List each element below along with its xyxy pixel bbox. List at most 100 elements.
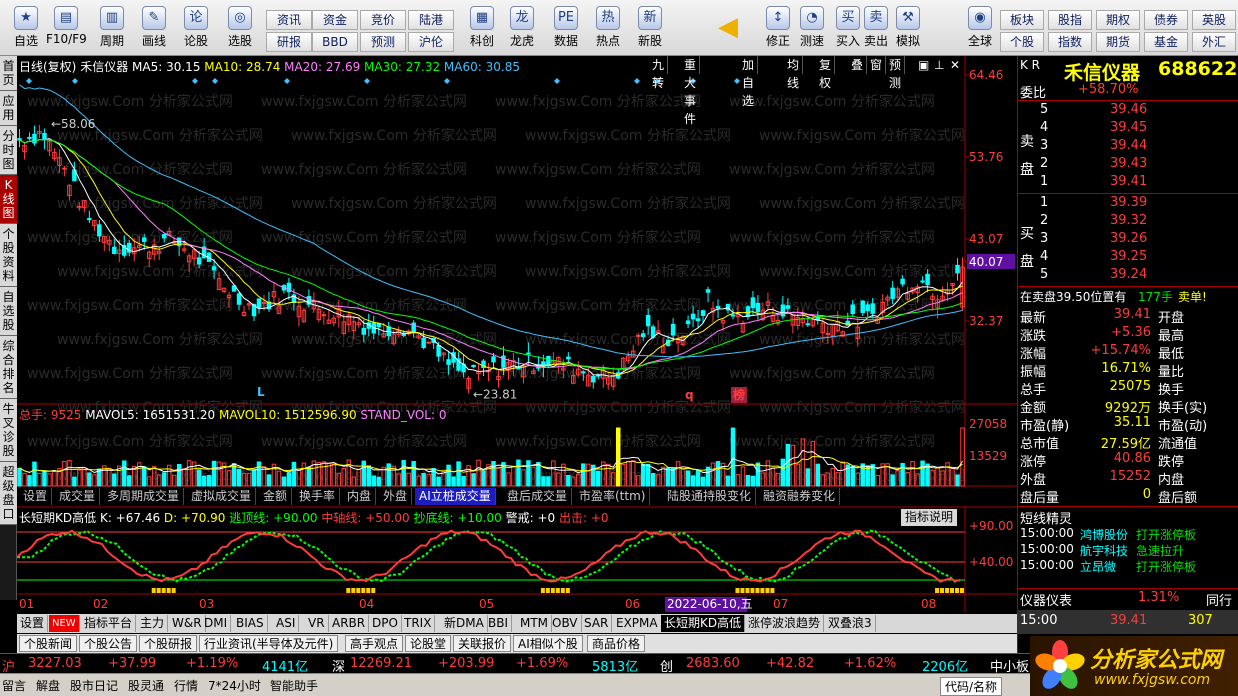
indicator-tab-18[interactable]: 长短期KD高低 [661,615,746,632]
toolbar-button-7[interactable]: 龙龙虎 [502,2,542,54]
back-arrow-icon[interactable]: ◀ [718,14,738,40]
toolbar-small-button-16[interactable]: 基金 [1144,32,1188,52]
chart-top-button-7[interactable]: 预测 [886,56,906,90]
indicator-tab-15[interactable]: OBV [549,615,582,632]
indicator-tab-1[interactable]: NEW [49,615,80,632]
status-item-0[interactable]: 留言 [2,677,26,694]
volume-tab-8[interactable]: AI立桩成交量 [415,488,496,505]
left-tab-1[interactable]: 应用 [0,91,17,126]
toolbar-small-button-9[interactable]: 股指 [1048,10,1092,30]
indicator-tab-9[interactable]: ARBR [329,615,370,632]
chart-top-button-6[interactable]: 窗 [867,56,887,74]
toolbar-button-15[interactable]: ⚒ 模拟 [888,2,928,54]
left-tab-4[interactable]: 个股资料 [0,224,17,287]
toolbar-small-button-15[interactable]: 期货 [1096,32,1140,52]
news-tab-0[interactable]: 个股新闻 [19,635,78,652]
kline-chart[interactable]: www.fxjgsw.Com 分析家公式网 www.fxjgsw.Com 分析家公… [17,56,1017,612]
toolbar-small-button-12[interactable]: 英股 [1192,10,1236,30]
left-tab-7[interactable]: 牛叉诊股 [0,399,17,462]
kd-help-button[interactable]: 指标说明 [901,509,958,526]
toolbar-small-button-3[interactable]: 陆港 [408,10,454,30]
toolbar-button-5[interactable]: ◎ 选股 [220,2,260,54]
indicator-tab-13[interactable]: BBI [485,615,513,632]
volume-tab-6[interactable]: 内盘 [343,488,377,505]
left-tab-5[interactable]: 自选股 [0,287,17,336]
toolbar-small-button-7[interactable]: 沪伦 [408,32,454,52]
news-tab-1[interactable]: 个股公告 [79,635,138,652]
toolbar-button-9[interactable]: 热热点 [588,2,628,54]
chart-top-button-3[interactable]: 均线 [784,56,804,90]
toolbar-small-button-10[interactable]: 期权 [1096,10,1140,30]
toolbar-small-button-0[interactable]: 资讯 [266,10,312,30]
toolbar-button-1[interactable]: ▤ F10/F9 [46,2,87,54]
toolbar-small-button-4[interactable]: 研报 [266,32,312,52]
left-tab-8[interactable]: 超级盘口 [0,462,17,525]
news-tab-3[interactable]: 行业资讯(半导体及元件) [199,635,339,652]
status-item-3[interactable]: 股灵通 [128,677,164,694]
volume-tab-0[interactable]: 设置 [19,488,53,505]
indicator-tab-19[interactable]: 涨停波浪趋势 [745,615,825,632]
toolbar-small-button-13[interactable]: 个股 [1000,32,1044,52]
volume-tab-5[interactable]: 换手率 [295,488,341,505]
chart-top-button-5[interactable]: 叠 [848,56,868,74]
indicator-tab-2[interactable]: 指标平台 [81,615,137,632]
left-tab-3[interactable]: K线图 [0,175,17,224]
indicator-tab-0[interactable]: 设置 [17,615,49,632]
indicator-tab-14[interactable]: MTM [517,615,553,632]
volume-tab-4[interactable]: 金额 [259,488,293,505]
volume-tab-2[interactable]: 多周期成交量 [103,488,185,505]
chart-top-button-0[interactable]: 九转 [649,56,669,90]
volume-tab-7[interactable]: 外盘 [379,488,413,505]
code-search-input[interactable]: 代码/名称 [940,677,1003,696]
toolbar-small-button-17[interactable]: 外汇 [1192,32,1236,52]
indicator-tab-10[interactable]: DPO [369,615,402,632]
volume-tab-11[interactable]: 陆股通持股变化 [663,488,757,505]
status-item-5[interactable]: 7*24小时 [208,677,261,694]
indicator-tab-5[interactable]: DMI [201,615,232,632]
indicator-tab-17[interactable]: EXPMA [613,615,662,632]
toolbar-small-button-14[interactable]: 指数 [1048,32,1092,52]
toolbar-small-button-5[interactable]: BBD [312,32,358,52]
left-tab-2[interactable]: 分时图 [0,126,17,175]
indicator-tab-20[interactable]: 双叠浪3 [825,615,876,632]
status-item-2[interactable]: 股市日记 [70,677,118,694]
chart-top-button-4[interactable]: 复权 [816,56,836,90]
indicator-tab-3[interactable]: 主力 [137,615,169,632]
chart-top-button-2[interactable]: 加自选 [739,56,759,108]
chart-top-button-1[interactable]: 重大事件 [681,56,701,126]
toolbar-button-3[interactable]: ✎ 画线 [134,2,174,54]
toolbar-small-button-6[interactable]: 预测 [360,32,406,52]
toolbar-small-button-1[interactable]: 资金 [312,10,358,30]
news-tab-7[interactable]: AI相似个股 [513,635,583,652]
indicator-tab-6[interactable]: BIAS [233,615,268,632]
toolbar-button-2[interactable]: ▥ 周期 [92,2,132,54]
lock-icon[interactable]: ▣ [918,56,929,74]
news-tab-5[interactable]: 论股堂 [405,635,452,652]
left-tab-6[interactable]: 综合排名 [0,336,17,399]
indicator-tab-8[interactable]: VR [305,615,329,632]
toolbar-small-button-2[interactable]: 竞价 [360,10,406,30]
toolbar-button-16[interactable]: ◉ 全球 [960,2,1000,54]
news-tab-8[interactable]: 商品价格 [587,635,646,652]
pin-icon[interactable]: ⊥ [934,56,944,74]
volume-tab-3[interactable]: 虚拟成交量 [187,488,257,505]
toolbar-button-4[interactable]: 论论股 [176,2,216,54]
toolbar-button-10[interactable]: 新新股 [630,2,670,54]
volume-tab-10[interactable]: 市盈率(ttm) [575,488,651,505]
toolbar-button-8[interactable]: PE 数据 [546,2,586,54]
toolbar-button-0[interactable]: ★ 自选 [6,2,46,54]
indicator-tab-7[interactable]: ASI [273,615,300,632]
volume-tab-12[interactable]: 融资融券变化 [759,488,841,505]
indicator-tab-12[interactable]: 新DMA [441,615,488,632]
status-item-6[interactable]: 智能助手 [270,677,318,694]
status-item-4[interactable]: 行情 [174,677,198,694]
news-tab-2[interactable]: 个股研报 [139,635,198,652]
toolbar-button-12[interactable]: ◔ 测速 [792,2,832,54]
news-tab-6[interactable]: 关联报价 [453,635,512,652]
toolbar-small-button-8[interactable]: 板块 [1000,10,1044,30]
indicator-tab-11[interactable]: TRIX [401,615,436,632]
close-icon[interactable]: ✕ [950,56,960,74]
toolbar-small-button-11[interactable]: 债券 [1144,10,1188,30]
news-tab-4[interactable]: 高手观点 [345,635,404,652]
volume-tab-1[interactable]: 成交量 [55,488,101,505]
